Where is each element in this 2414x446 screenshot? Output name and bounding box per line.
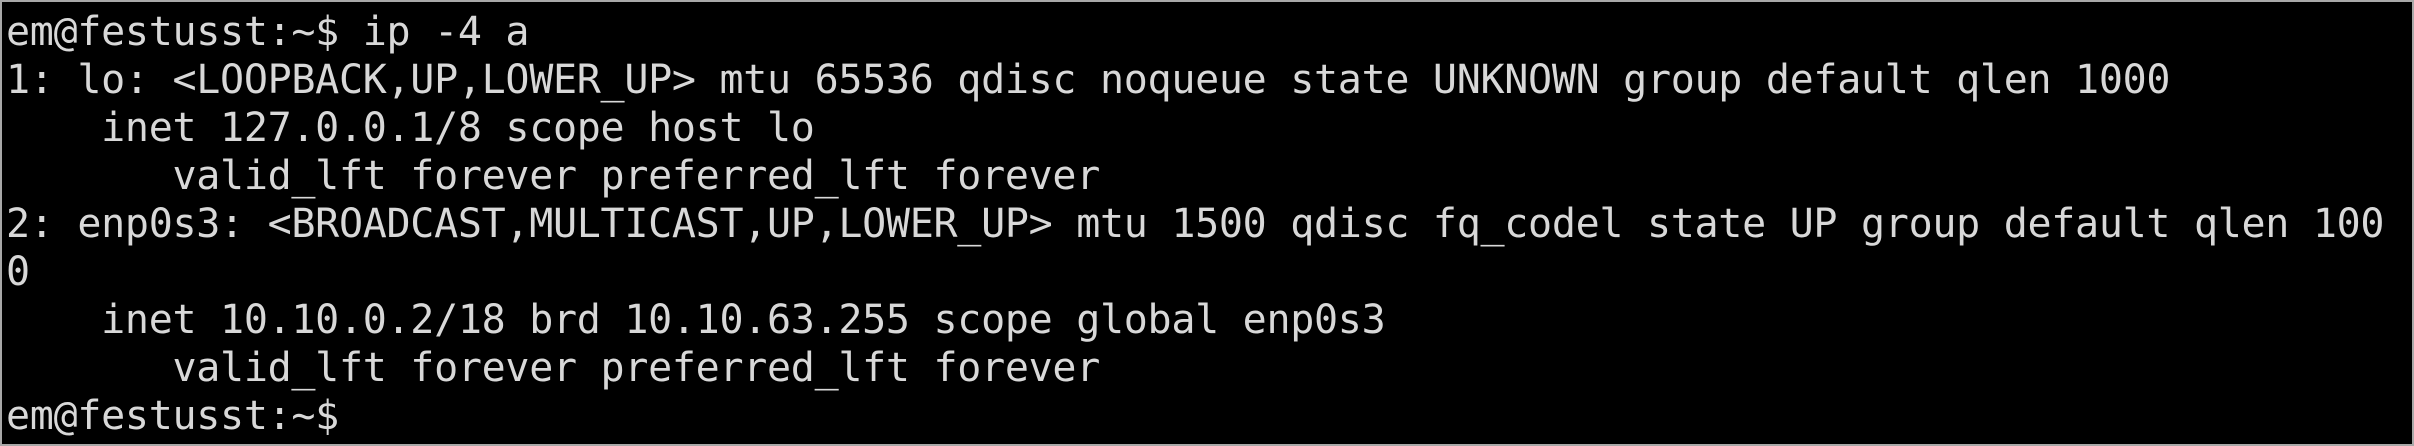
- output-line-lo-header: 1: lo: <LOOPBACK,UP,LOWER_UP> mtu 65536 …: [6, 57, 2171, 103]
- terminal-window[interactable]: em@festusst:~$ ip -4 a 1: lo: <LOOPBACK,…: [0, 0, 2414, 446]
- prompt-command-line: em@festusst:~$ ip -4 a: [6, 9, 530, 55]
- output-line-enp0s3-header: 2: enp0s3: <BROADCAST,MULTICAST,UP,LOWER…: [6, 201, 2385, 247]
- output-line-lo-inet: inet 127.0.0.1/8 scope host lo: [6, 105, 815, 151]
- prompt-line[interactable]: em@festusst:~$: [6, 392, 2408, 440]
- output-line-lo-lifetime: valid_lft forever preferred_lft forever: [6, 153, 1100, 199]
- output-line-enp0s3-header-wrap: 0: [6, 249, 30, 295]
- prompt-text: em@festusst:~$: [6, 393, 363, 439]
- terminal-output: em@festusst:~$ ip -4 a 1: lo: <LOOPBACK,…: [6, 8, 2408, 444]
- output-line-enp0s3-inet: inet 10.10.0.2/18 brd 10.10.63.255 scope…: [6, 297, 1386, 343]
- output-line-enp0s3-lifetime: valid_lft forever preferred_lft forever: [6, 345, 1100, 391]
- text-cursor: [363, 395, 385, 435]
